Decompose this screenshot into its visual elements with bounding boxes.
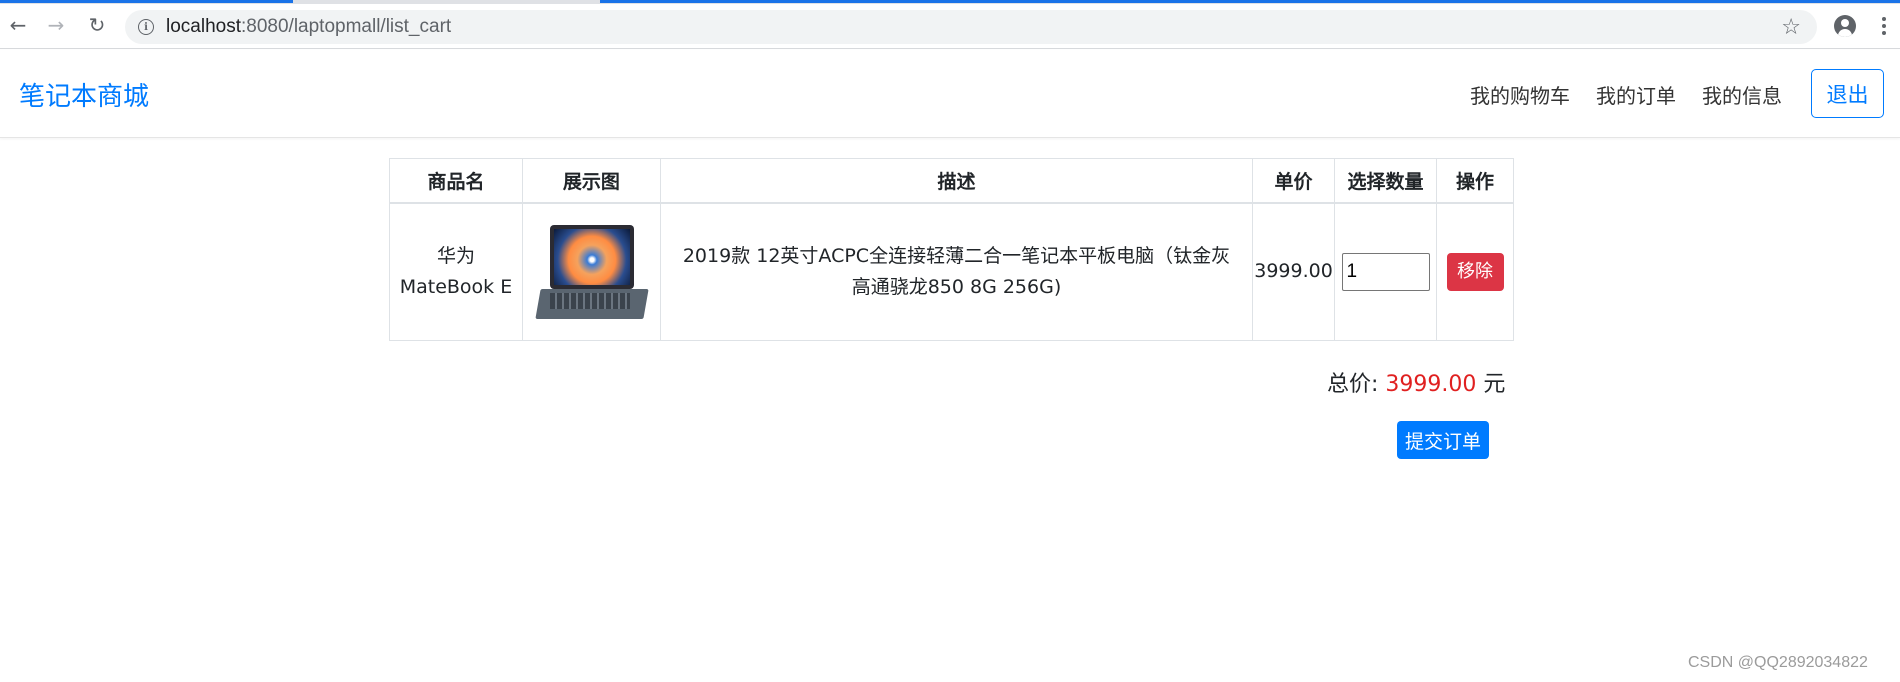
table-row: 华为 MateBook E 2019款 12英寸ACPC全连接轻薄二合一笔记本平… xyxy=(389,202,1514,341)
product-name-cell: 华为 MateBook E xyxy=(389,202,523,341)
tab-indicator xyxy=(0,0,293,3)
description-line1: 2019款 12英寸ACPC全连接轻薄二合一笔记本平板电脑（钛金灰 xyxy=(682,244,1231,267)
nav-link-profile[interactable]: 我的信息 xyxy=(1702,80,1782,109)
forward-arrow-icon[interactable]: → xyxy=(43,12,69,38)
cart-total: 总价: 3999.00 元 xyxy=(1327,366,1505,398)
watermark-text: CSDN @QQ2892034822 xyxy=(1688,654,1868,671)
brand-logo-link[interactable]: 笔记本商城 xyxy=(19,76,149,113)
total-label: 总价: xyxy=(1327,372,1379,397)
product-name-line2: MateBook E xyxy=(399,275,513,298)
profile-avatar-icon[interactable] xyxy=(1834,15,1856,37)
browser-toolbar: ← → ↻ i localhost:8080/laptopmall/list_c… xyxy=(0,4,1900,49)
submit-order-button[interactable]: 提交订单 xyxy=(1397,421,1489,459)
total-amount: 3999.00 xyxy=(1385,372,1477,397)
col-header-price: 单价 xyxy=(1252,158,1336,204)
col-header-description: 描述 xyxy=(659,158,1254,204)
address-bar[interactable]: i localhost:8080/laptopmall/list_cart ☆ xyxy=(125,10,1817,44)
cart-table: 商品名 展示图 描述 单价 选择数量 操作 华为 MateBook E 2019… xyxy=(389,158,1514,341)
description-line2: 高通骁龙850 8G 256G) xyxy=(851,275,1062,298)
col-header-quantity: 选择数量 xyxy=(1334,158,1437,204)
url-host: localhost xyxy=(166,16,241,37)
site-navbar: 笔记本商城 我的购物车 我的订单 我的信息 退出 xyxy=(0,50,1900,138)
nav-link-orders[interactable]: 我的订单 xyxy=(1596,80,1676,109)
logout-button[interactable]: 退出 xyxy=(1811,69,1884,118)
nav-links: 我的购物车 我的订单 我的信息 xyxy=(1470,80,1808,109)
product-description-cell: 2019款 12英寸ACPC全连接轻薄二合一笔记本平板电脑（钛金灰 高通骁龙85… xyxy=(659,202,1254,341)
actions-cell: 移除 xyxy=(1436,202,1514,341)
col-header-image: 展示图 xyxy=(521,158,661,204)
col-header-name: 商品名 xyxy=(389,158,523,204)
quantity-cell xyxy=(1334,202,1437,341)
browser-menu-icon[interactable] xyxy=(1882,17,1886,38)
unit-price-cell: 3999.00 xyxy=(1252,202,1336,341)
tab-indicator-right xyxy=(600,0,1900,3)
col-header-actions: 操作 xyxy=(1436,158,1514,204)
url-path: :8080/laptopmall/list_cart xyxy=(241,16,452,37)
url-text[interactable]: localhost:8080/laptopmall/list_cart xyxy=(166,16,451,38)
product-name-line1: 华为 xyxy=(436,244,475,267)
table-header-row: 商品名 展示图 描述 单价 选择数量 操作 xyxy=(389,158,1514,204)
bookmark-star-icon[interactable]: ☆ xyxy=(1781,15,1801,40)
product-image-cell xyxy=(521,202,661,341)
product-image xyxy=(535,221,650,323)
remove-button[interactable]: 移除 xyxy=(1446,252,1504,291)
site-info-icon[interactable]: i xyxy=(138,19,154,35)
total-currency: 元 xyxy=(1483,372,1506,397)
reload-icon[interactable]: ↻ xyxy=(84,12,110,38)
back-arrow-icon[interactable]: ← xyxy=(5,12,31,38)
quantity-input[interactable] xyxy=(1341,252,1430,291)
nav-link-cart[interactable]: 我的购物车 xyxy=(1470,80,1570,109)
